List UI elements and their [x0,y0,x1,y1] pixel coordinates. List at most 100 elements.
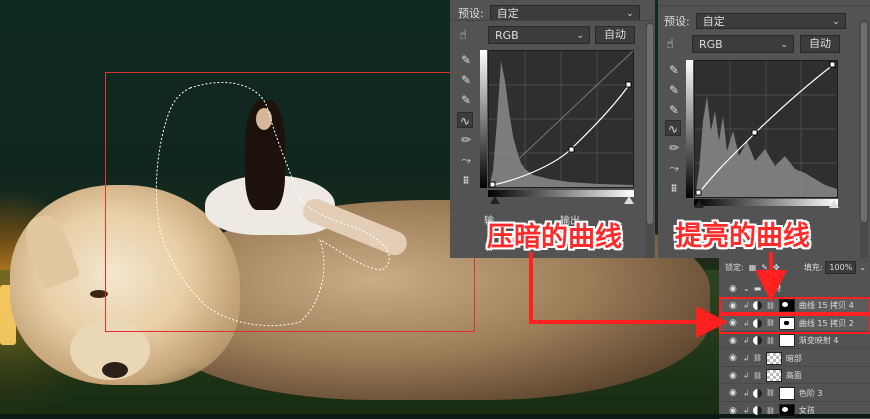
layer-name: 高面 [785,371,802,380]
on-image-adjust-icon[interactable]: ☝ [459,28,467,43]
preset-select[interactable]: 自定 ⌄ [695,13,846,29]
adjustment-layer-icon [753,388,762,398]
adjustment-layer-icon [753,336,762,345]
scrollbar-thumb[interactable] [861,22,867,222]
visibility-eye-icon[interactable]: ◉ [729,406,739,416]
scrollbar-thumb[interactable] [647,24,653,224]
brighten-curve-annotation: 提亮的曲线 [675,221,810,252]
layer-row[interactable]: ◉ ↲ ⛓ 曲线 15 拷贝 2 [719,315,870,332]
clipping-warning-icon[interactable]: ⩩ [666,180,682,196]
preset-label: 预设: [664,15,690,28]
auto-button[interactable]: 自动 [595,26,635,44]
layer-name: 曲线 15 拷贝 4 [798,301,854,310]
layer-row[interactable]: ◉ ↲ ⛓ 曲线 15 拷贝 4 [719,298,870,314]
layer-thumbnail [778,316,795,330]
white-point-slider[interactable] [829,200,839,208]
smooth-curve-icon[interactable]: ⤳ [666,160,682,176]
black-point-slider[interactable] [694,200,704,208]
eyedropper-white-icon[interactable]: ✎ [666,102,682,118]
adjustment-layer-icon [753,301,762,310]
chain-link-icon: ⛓ [766,301,775,310]
black-point-slider[interactable] [490,196,500,204]
curve-point-tool-icon[interactable]: ∿ [457,112,473,128]
auto-button[interactable]: 自动 [800,35,840,53]
layer-name: 曲线 15 拷贝 2 [798,318,854,328]
curve-graph[interactable] [488,50,634,188]
visibility-eye-icon[interactable]: ◉ [729,301,739,311]
clip-indicator-icon: ↲ [743,336,750,345]
clip-indicator-icon: ↲ [743,388,750,398]
layer-group-name: 素材 [765,284,782,293]
layer-thumbnail [778,404,795,417]
visibility-eye-icon[interactable]: ◉ [729,353,739,363]
preset-select[interactable]: 自定 ⌄ [489,5,640,21]
highlight-frame [105,72,475,332]
smooth-curve-icon[interactable]: ⤳ [458,152,474,168]
chevron-down-icon: ⌄ [576,31,584,41]
layer-row[interactable]: ◉ ↲ ⛓ 暗部 [719,351,870,367]
channel-select[interactable]: RGB ⌄ [488,26,590,44]
layer-name: 渐变映射 4 [798,336,839,345]
lock-position-icon[interactable]: ✥ [773,263,780,272]
chain-link-icon: ⛓ [753,371,762,380]
pencil-tool-icon[interactable]: ✏ [458,132,474,148]
visibility-eye-icon[interactable]: ◉ [729,371,739,381]
folder-icon: ▬ [753,284,762,293]
eyedropper-white-icon[interactable]: ✎ [458,92,474,108]
darken-curve-annotation: 压暗的曲线 [487,222,622,253]
chevron-down-icon: ⌄ [832,17,840,27]
white-point-slider[interactable] [624,196,634,204]
layer-row[interactable]: ◉ ↲ ⛓ 高面 [719,368,870,384]
lock-transparent-icon[interactable]: ▦ [749,263,757,272]
chevron-down-icon: ⌄ [780,40,788,50]
pencil-tool-icon[interactable]: ✏ [666,140,682,156]
eyedropper-black-icon[interactable]: ✎ [666,62,682,78]
layers-panel[interactable]: 锁定: ▦ ✎ ✥ 填充: 100% ⌄ ◉ ⌄ ▬ 素材 ◉ ↲ ⛓ 曲线 15 拷… [719,258,870,419]
layer-name: 暗部 [785,353,802,363]
lock-label: 锁定: [725,263,744,272]
chain-link-icon: ⛓ [766,336,775,345]
chevron-down-icon[interactable]: ⌄ [859,263,866,272]
panel-scrollbar[interactable] [860,20,868,258]
fill-label: 填充: [803,263,823,272]
curve-graph[interactable] [694,60,838,198]
layer-row[interactable]: ◉ ↲ ⛓ 渐变映射 4 [719,333,870,349]
curve-svg [488,50,634,188]
layer-row[interactable]: ◉ ↲ ⛓ 色阶 3 [719,386,870,402]
visibility-eye-icon[interactable]: ◉ [729,336,739,346]
panel-scrollbar[interactable] [646,22,654,258]
lock-pixels-icon[interactable]: ✎ [761,263,768,272]
eyedropper-gray-icon[interactable]: ✎ [666,82,682,98]
on-image-adjust-icon[interactable]: ☝ [666,37,674,52]
fill-input[interactable]: 100% [825,261,857,274]
visibility-eye-icon[interactable]: ◉ [729,284,739,294]
layer-group-row[interactable]: ◉ ⌄ ▬ 素材 [719,280,870,298]
curve-point-tool-icon[interactable]: ∿ [665,120,681,136]
preset-label: 预设: [458,7,484,20]
channel-select[interactable]: RGB ⌄ [692,35,794,53]
layer-name: 女孩 [798,406,815,415]
layer-thumbnail [778,334,795,347]
layer-thumbnail [765,369,782,382]
clip-indicator-icon: ↲ [743,301,750,310]
visibility-eye-icon[interactable]: ◉ [729,388,739,398]
layer-name: 色阶 3 [798,388,823,398]
clipping-warning-icon[interactable]: ⩩ [458,172,474,188]
adjustment-layer-icon [753,318,762,328]
input-gradient-bar [488,190,634,197]
layer-thumbnail [778,386,795,400]
output-gradient-bar [480,50,487,188]
curve-svg [695,61,837,197]
layer-thumbnail [778,299,795,312]
layer-row[interactable]: ◉ ↲ ⛓ 女孩 [719,403,870,419]
clip-indicator-icon: ↲ [743,318,750,328]
eyedropper-black-icon[interactable]: ✎ [458,52,474,68]
chevron-down-icon[interactable]: ⌄ [743,284,750,293]
input-gradient-bar [694,199,838,206]
visibility-eye-icon[interactable]: ◉ [729,318,739,328]
clip-indicator-icon: ↲ [743,371,750,380]
layer-thumbnail [765,351,782,365]
eyedropper-gray-icon[interactable]: ✎ [458,72,474,88]
chain-link-icon: ⛓ [753,354,762,362]
chain-link-icon: ⛓ [766,406,775,415]
